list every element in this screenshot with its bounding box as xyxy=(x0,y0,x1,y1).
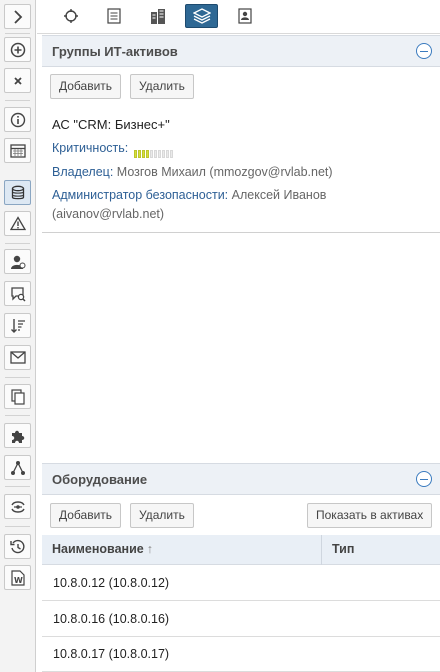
criticality-label: Критичность: xyxy=(52,141,129,155)
it-asset-groups-title: Группы ИТ-активов xyxy=(52,44,178,59)
building-icon[interactable] xyxy=(141,4,174,28)
toolbar-divider xyxy=(5,33,30,34)
delete-group-button[interactable]: Удалить xyxy=(130,74,194,99)
criticality-segment xyxy=(161,149,165,158)
app-root: W Группы ИТ-активов Добавить Удалить АС … xyxy=(0,0,440,672)
criticality-meter xyxy=(133,145,174,158)
security-admin-label: Администратор безопасности: xyxy=(52,188,229,202)
criticality-segment xyxy=(169,149,173,158)
layers-icon[interactable] xyxy=(185,4,218,28)
security-admin-row: Администратор безопасности: Алексей Иван… xyxy=(52,186,432,224)
sort-down-icon[interactable] xyxy=(4,313,31,338)
document-list-icon[interactable] xyxy=(97,4,130,28)
table-row[interactable]: 10.8.0.12 (10.8.0.12) xyxy=(42,566,440,601)
criticality-segment xyxy=(133,149,137,158)
refresh-cycle-icon[interactable] xyxy=(54,4,87,28)
security-admin-value: Алексей Иванов xyxy=(231,188,327,202)
show-in-assets-button[interactable]: Показать в активах xyxy=(307,503,433,528)
column-divider[interactable] xyxy=(321,535,322,565)
asset-name[interactable]: АС "CRM: Бизнес+" xyxy=(52,117,170,132)
copy-icon[interactable] xyxy=(4,384,31,409)
it-asset-groups-toolbar: Добавить Удалить xyxy=(42,68,440,105)
security-admin-email: (aivanov@rvlab.net) xyxy=(52,207,165,221)
link-toggle-icon[interactable] xyxy=(4,494,31,519)
column-name-header[interactable]: Наименование ↑ xyxy=(52,542,153,556)
owner-value: Мозгов Михаил (mmozgov@rvlab.net) xyxy=(116,165,333,179)
row-name: 10.8.0.17 (10.8.0.17) xyxy=(53,647,170,661)
add-group-button[interactable]: Добавить xyxy=(50,74,122,99)
column-type-header[interactable]: Тип xyxy=(332,542,354,556)
user-icon[interactable] xyxy=(4,249,31,274)
toolbar-divider xyxy=(5,243,30,244)
calendar-grid-icon[interactable] xyxy=(4,138,31,163)
add-circle-icon[interactable] xyxy=(4,37,31,62)
it-asset-groups-header: Группы ИТ-активов xyxy=(42,35,440,67)
collapse-icon[interactable] xyxy=(416,471,432,487)
graph-nodes-icon[interactable] xyxy=(4,455,31,480)
table-row[interactable]: 10.8.0.17 (10.8.0.17) xyxy=(42,637,440,672)
expand-chevron-icon[interactable] xyxy=(4,4,31,29)
criticality-segment xyxy=(145,149,149,158)
toolbar-divider xyxy=(5,100,30,101)
database-icon[interactable] xyxy=(4,180,31,205)
svg-text:W: W xyxy=(14,576,23,585)
warning-icon[interactable] xyxy=(4,211,31,236)
puzzle-icon[interactable] xyxy=(4,423,31,448)
empty-space xyxy=(42,233,440,463)
criticality-row: Критичность: xyxy=(52,139,174,158)
criticality-segment xyxy=(165,149,169,158)
toolbar-divider xyxy=(5,415,30,416)
table-row[interactable]: 10.8.0.16 (10.8.0.16) xyxy=(42,602,440,637)
top-tab-bar xyxy=(37,0,440,34)
sort-ascending-icon: ↑ xyxy=(146,542,153,556)
search-comment-icon[interactable] xyxy=(4,281,31,306)
criticality-segment xyxy=(141,149,145,158)
envelope-icon[interactable] xyxy=(4,345,31,370)
history-icon[interactable] xyxy=(4,534,31,559)
toolbar-divider xyxy=(5,377,30,378)
delete-equipment-button[interactable]: Удалить xyxy=(130,503,194,528)
close-x-icon[interactable] xyxy=(4,68,31,93)
info-icon[interactable] xyxy=(4,107,31,132)
word-document-icon[interactable]: W xyxy=(4,565,31,590)
criticality-segment xyxy=(157,149,161,158)
toolbar-divider xyxy=(5,486,30,487)
toolbar-divider xyxy=(5,526,30,527)
equipment-table-header: Наименование ↑ Тип xyxy=(42,535,440,565)
contact-card-icon[interactable] xyxy=(228,4,261,28)
owner-row: Владелец: Мозгов Михаил (mmozgov@rvlab.n… xyxy=(52,163,333,182)
asset-details: АС "CRM: Бизнес+" Критичность: Владелец:… xyxy=(42,103,440,233)
left-toolbar: W xyxy=(0,0,36,672)
equipment-header: Оборудование xyxy=(42,463,440,495)
owner-label: Владелец: xyxy=(52,165,114,179)
row-name: 10.8.0.12 (10.8.0.12) xyxy=(53,576,170,590)
criticality-segment xyxy=(149,149,153,158)
criticality-segment xyxy=(153,149,157,158)
add-equipment-button[interactable]: Добавить xyxy=(50,503,122,528)
equipment-toolbar: Добавить Удалить Показать в активах xyxy=(42,497,440,534)
collapse-icon[interactable] xyxy=(416,43,432,59)
criticality-segment xyxy=(137,149,141,158)
row-name: 10.8.0.16 (10.8.0.16) xyxy=(53,612,170,626)
equipment-title: Оборудование xyxy=(52,472,148,487)
